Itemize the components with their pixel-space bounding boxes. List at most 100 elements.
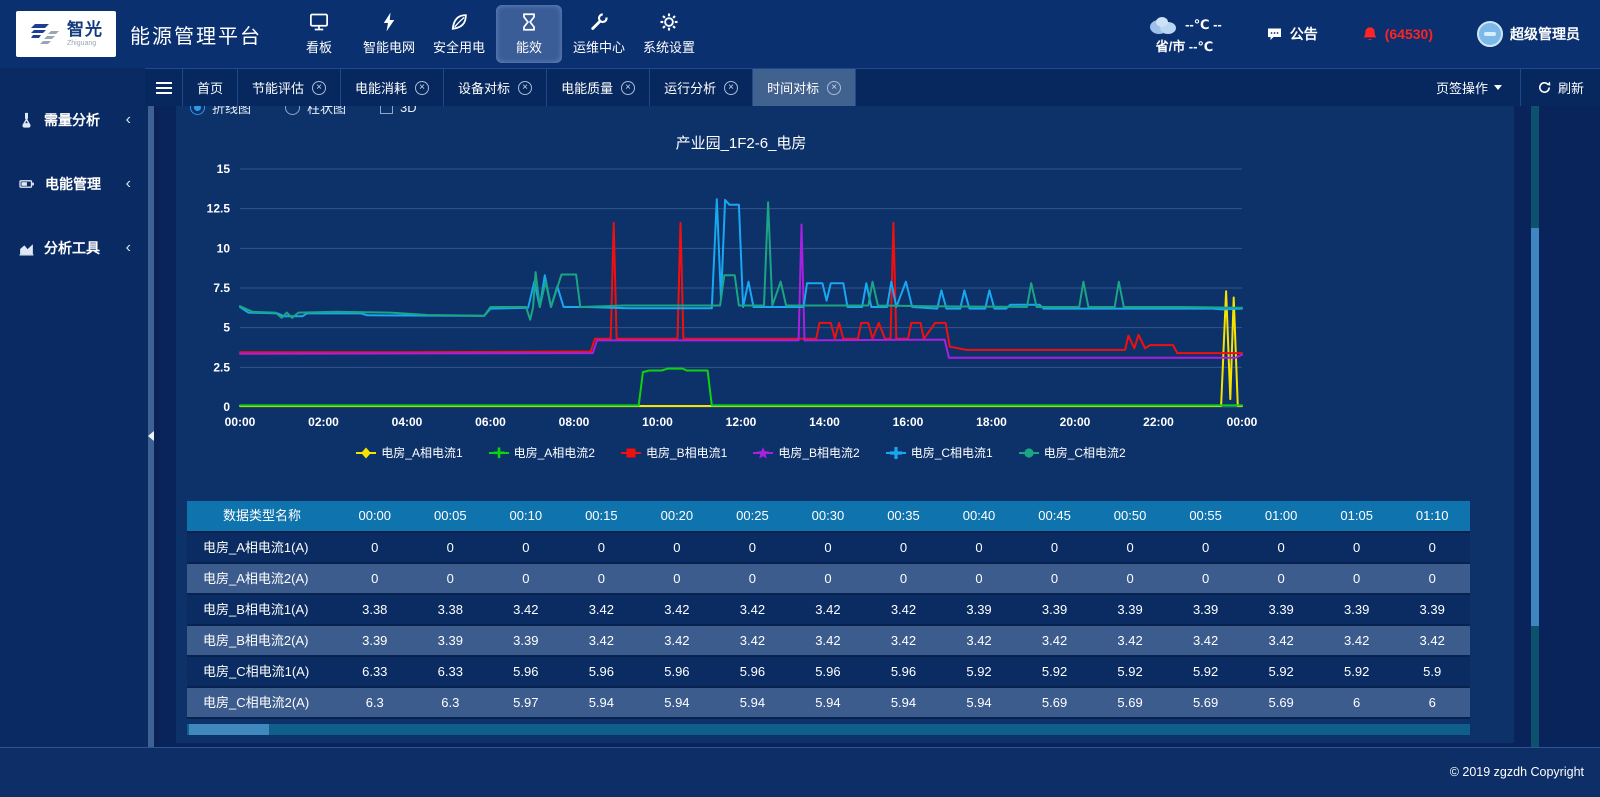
nav-item-energy-efficiency[interactable]: 能效 <box>496 5 562 63</box>
table-cell: 0 <box>941 564 1017 593</box>
sidebar-splitter[interactable] <box>145 106 159 747</box>
table-cell: 0 <box>941 533 1017 562</box>
nav-item-smart-grid[interactable]: 智能电网 <box>356 5 422 63</box>
table-header-cell: 00:50 <box>1092 501 1168 531</box>
legend-label: 电房_B相电流1 <box>646 444 727 461</box>
table-row: 电房_C相电流1(A)6.336.335.965.965.965.965.965… <box>187 657 1470 688</box>
tab[interactable]: 首页 <box>183 69 238 106</box>
table-cell: 0 <box>1319 533 1395 562</box>
table-cell: 3.42 <box>1017 626 1093 655</box>
tab-actions: 页签操作 刷新 <box>1418 69 1600 106</box>
table-row: 电房_A相电流1(A)000000000000000 <box>187 533 1470 564</box>
vertical-scrollbar-thumb[interactable] <box>1531 228 1539 626</box>
table-header-cell: 01:05 <box>1319 501 1395 531</box>
table-cell: 5.69 <box>1243 688 1319 717</box>
table-cell: 3.42 <box>564 626 640 655</box>
table-cell: 0 <box>1092 564 1168 593</box>
table-cell: 3.42 <box>790 626 866 655</box>
hourglass-icon <box>518 12 540 32</box>
nav-item-system-settings[interactable]: 系统设置 <box>636 5 702 63</box>
table-cell: 3.42 <box>941 626 1017 655</box>
table-cell: 3.42 <box>866 595 942 624</box>
tab[interactable]: 节能评估× <box>238 69 341 106</box>
tab[interactable]: 运行分析× <box>650 69 753 106</box>
svg-text:08:00: 08:00 <box>559 415 590 429</box>
table-cell: 5.69 <box>1168 688 1244 717</box>
table-cell: 0 <box>1017 564 1093 593</box>
table-header-cell: 01:10 <box>1394 501 1470 531</box>
radio-bar-chart[interactable]: 柱状图 <box>285 106 346 117</box>
tab-close-icon[interactable]: × <box>518 81 532 95</box>
tab-close-icon[interactable]: × <box>312 81 326 95</box>
table-cell: 0 <box>1017 533 1093 562</box>
sidebar-item-analysis-tools[interactable]: 分析工具 ‹ <box>0 216 145 280</box>
nav-label: 看板 <box>306 37 332 56</box>
legend-item[interactable]: 电房_A相电流1 <box>356 444 462 461</box>
tab[interactable]: 电能消耗× <box>341 69 444 106</box>
table-cell: 3.42 <box>1394 626 1470 655</box>
tab-close-icon[interactable]: × <box>724 81 738 95</box>
table-cell: 3.39 <box>488 626 564 655</box>
nav-item-ops-center[interactable]: 运维中心 <box>566 5 632 63</box>
legend-item[interactable]: 电房_C相电流1 <box>886 444 993 461</box>
legend-item[interactable]: 电房_C相电流2 <box>1019 444 1126 461</box>
announcement-button[interactable]: 公告 <box>1266 24 1318 44</box>
left-sidebar: 需量分析 ‹ 电能管理 ‹ 分析工具 ‹ <box>0 68 145 747</box>
table-cell: 5.69 <box>1017 688 1093 717</box>
tab-label: 电能质量 <box>561 78 613 97</box>
table-cell: 3.42 <box>639 626 715 655</box>
sidebar-collapse-arrow-icon[interactable] <box>148 431 154 441</box>
tab[interactable]: 电能质量 × <box>547 69 650 106</box>
nav-label: 智能电网 <box>363 37 415 56</box>
refresh-button[interactable]: 刷新 <box>1520 69 1600 106</box>
table-cell: 5.94 <box>790 688 866 717</box>
tab-close-icon[interactable]: × <box>827 81 841 95</box>
table-header-row: 数据类型名称00:0000:0500:1000:1500:2000:2500:3… <box>187 501 1470 533</box>
nav-item-safe-power[interactable]: 安全用电 <box>426 5 492 63</box>
radio-line-chart[interactable]: 折线图 <box>190 106 251 117</box>
radio-icon <box>285 106 300 115</box>
tab-close-icon[interactable]: × <box>621 81 635 95</box>
chevron-left-icon: ‹ <box>126 111 145 129</box>
table-cell: 3.42 <box>715 595 791 624</box>
tab-operations-dropdown[interactable]: 页签操作 <box>1418 78 1520 97</box>
table-row: 电房_B相电流1(A)3.383.383.423.423.423.423.423… <box>187 595 1470 626</box>
svg-text:0: 0 <box>223 400 230 414</box>
nav-item-dashboard[interactable]: 看板 <box>286 5 352 63</box>
tab[interactable]: 时间对标× <box>753 69 856 106</box>
table-cell: 5.96 <box>488 657 564 686</box>
sidebar-item-power-management[interactable]: 电能管理 ‹ <box>0 152 145 216</box>
legend-item[interactable]: 电房_A相电流2 <box>489 444 595 461</box>
checkbox-label: 3D <box>400 106 417 115</box>
menu-icon[interactable] <box>145 69 183 106</box>
table-cell: 3.38 <box>413 595 489 624</box>
table-cell: 3.39 <box>1319 595 1395 624</box>
top-navigation: 看板 智能电网 安全用电 能效 <box>284 0 704 68</box>
open-tabs: 首页节能评估×电能消耗×设备对标×电能质量×运行分析×时间对标× <box>183 69 856 106</box>
table-cell: 0 <box>564 533 640 562</box>
data-table: 数据类型名称00:0000:0500:1000:1500:2000:2500:3… <box>187 501 1470 719</box>
checkbox-3d[interactable]: 3D <box>380 106 417 115</box>
table-cell: 3.42 <box>790 595 866 624</box>
table-header-cell: 00:35 <box>866 501 942 531</box>
sidebar-item-demand-analysis[interactable]: 需量分析 ‹ <box>0 88 145 152</box>
app-title: 能源管理平台 <box>130 20 262 49</box>
legend-item[interactable]: 电房_B相电流1 <box>621 444 727 461</box>
table-cell-name: 电房_A相电流1(A) <box>187 533 337 562</box>
table-cell: 0 <box>866 533 942 562</box>
legend-marker-icon <box>621 446 641 460</box>
table-header-cell: 数据类型名称 <box>187 501 337 531</box>
tab[interactable]: 设备对标× <box>444 69 547 106</box>
checkbox-icon <box>380 106 393 114</box>
vertical-scrollbar[interactable] <box>1531 106 1539 747</box>
table-cell: 0 <box>1319 564 1395 593</box>
user-menu[interactable]: 超级管理员 <box>1477 21 1580 47</box>
alarm-button[interactable]: (64530) <box>1362 26 1433 43</box>
horizontal-scrollbar-thumb[interactable] <box>189 724 269 735</box>
table-cell: 5.94 <box>564 688 640 717</box>
legend-item[interactable]: 电房_B相电流2 <box>753 444 859 461</box>
table-horizontal-scrollbar[interactable] <box>187 724 1470 735</box>
tab-close-icon[interactable]: × <box>415 81 429 95</box>
table-cell: 6 <box>1319 688 1395 717</box>
nav-label: 运维中心 <box>573 37 625 56</box>
